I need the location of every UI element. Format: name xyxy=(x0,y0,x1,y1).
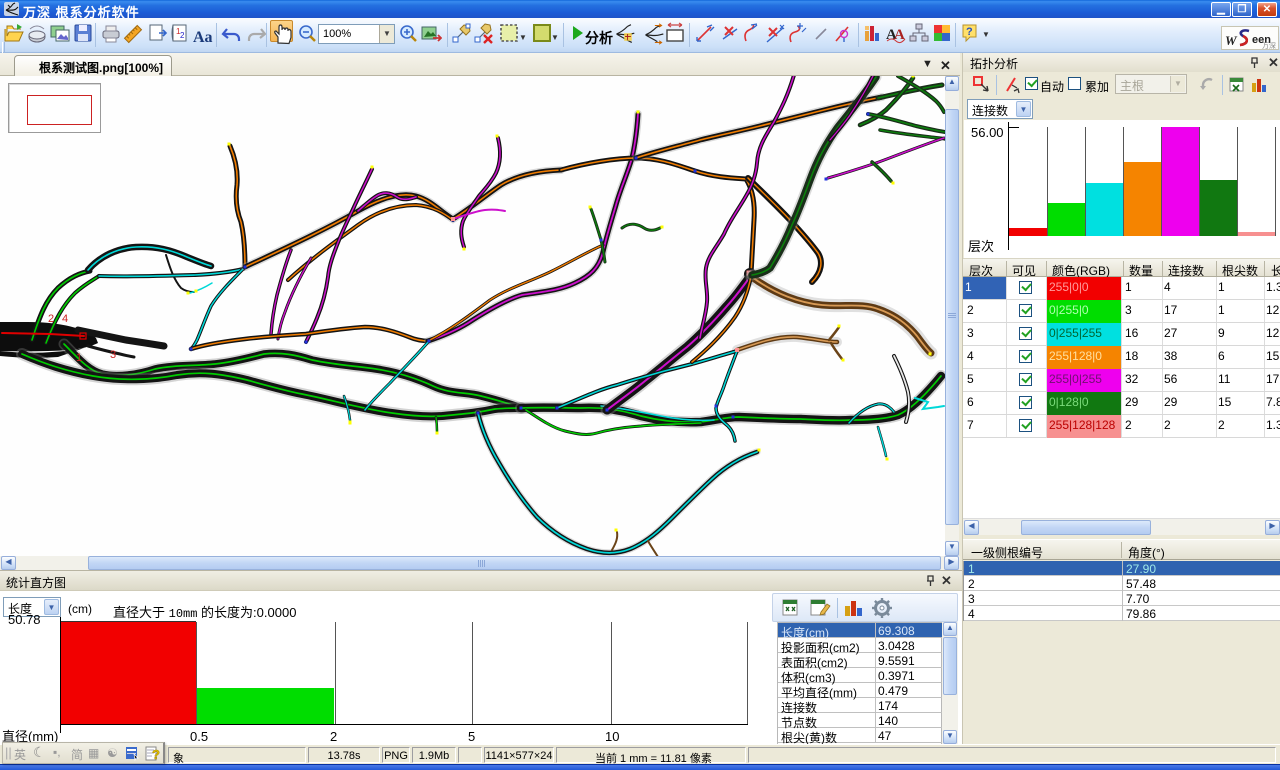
svg-text:?: ? xyxy=(966,26,973,38)
svg-text:0.5: 0.5 xyxy=(190,729,208,744)
svg-text:2: 2 xyxy=(48,313,54,325)
svg-text:56.00: 56.00 xyxy=(971,125,1004,140)
svg-text:5: 5 xyxy=(468,729,475,744)
svg-text:10: 10 xyxy=(605,729,619,744)
svg-text:1: 1 xyxy=(76,352,82,364)
svg-text:3: 3 xyxy=(110,349,116,361)
svg-text:50.78: 50.78 xyxy=(8,612,41,627)
svg-text:?: ? xyxy=(152,747,160,762)
svg-text:2: 2 xyxy=(180,31,185,40)
svg-text:层次: 层次 xyxy=(968,239,994,254)
svg-text:2: 2 xyxy=(330,729,337,744)
svg-text:4: 4 xyxy=(62,313,68,325)
